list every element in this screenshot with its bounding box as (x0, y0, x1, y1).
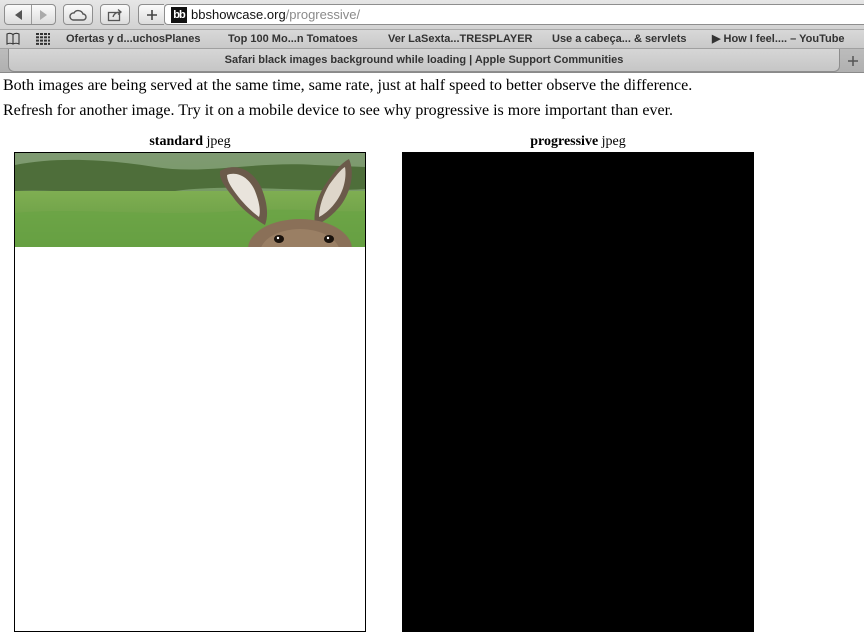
standard-caption-bold: standard (149, 134, 204, 149)
bookmarks-bar: Ofertas y d...uchosPlanes Top 100 Mo...n… (0, 30, 864, 49)
standard-jpeg-image (14, 152, 366, 632)
forward-arrow-icon (40, 9, 47, 20)
standard-caption-rest: jpeg (203, 134, 231, 149)
cloud-icon (69, 9, 87, 21)
tab-active[interactable]: Safari black images background while loa… (8, 49, 840, 72)
tab-add-icon[interactable] (845, 53, 861, 69)
progressive-caption-rest: jpeg (598, 134, 626, 149)
progressive-caption-bold: progressive (530, 134, 599, 149)
bookmark-item[interactable]: Ver LaSexta...TRESPLAYER (388, 32, 533, 46)
share-icon (107, 8, 123, 21)
share-button[interactable] (100, 4, 130, 25)
tab-bar: Safari black images background while loa… (0, 49, 864, 73)
tab-title: Safari black images background while loa… (224, 54, 624, 66)
address-bar[interactable]: bb bbshowcase.org/progressive/ (164, 4, 864, 25)
page-content: Both images are being served at the same… (0, 73, 864, 632)
plus-icon (146, 9, 157, 20)
intro-line-2: Refresh for another image. Try it on a m… (3, 102, 674, 119)
browser-toolbar: bb bbshowcase.org/progressive/ (0, 0, 864, 30)
icloud-tabs-button[interactable] (63, 4, 93, 25)
site-favicon-icon: bb (171, 6, 187, 23)
forward-button[interactable] (31, 5, 56, 24)
back-arrow-icon (14, 9, 22, 20)
back-forward-buttons (4, 4, 56, 25)
top-sites-grid-icon[interactable] (36, 33, 50, 45)
progressive-caption: progressive jpeg (402, 134, 754, 150)
reading-list-book-icon[interactable] (6, 32, 20, 45)
kangaroo-photo-partial (15, 153, 365, 279)
intro-line-1: Both images are being served at the same… (3, 77, 693, 94)
bookmark-item[interactable]: Ofertas y d...uchosPlanes (66, 32, 201, 46)
back-button[interactable] (5, 5, 32, 24)
bookmark-item[interactable]: Use a cabeça... & servlets (552, 32, 687, 46)
bookmark-item[interactable]: Top 100 Mo...n Tomatoes (228, 32, 358, 46)
standard-caption: standard jpeg (14, 134, 366, 150)
progressive-jpeg-image (402, 152, 754, 632)
url-host: bbshowcase.org (191, 7, 286, 22)
url-path: /progressive/ (285, 7, 361, 22)
new-tab-button[interactable] (138, 4, 164, 25)
bookmark-item[interactable]: ▶ How I feel.... – YouTube (712, 32, 845, 46)
